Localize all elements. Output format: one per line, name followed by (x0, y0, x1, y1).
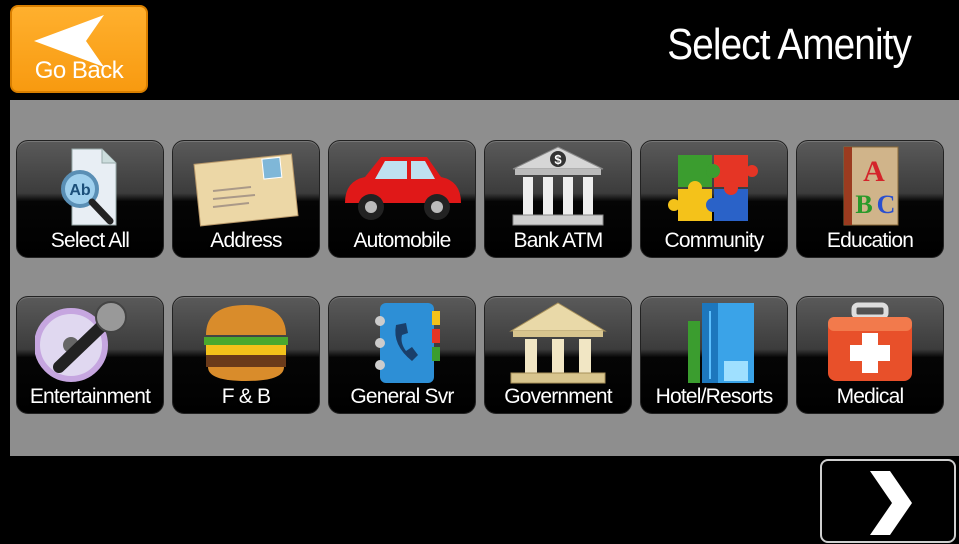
svg-text:B: B (855, 190, 872, 219)
amenity-medical-button[interactable]: Medical (796, 296, 944, 414)
header-bar: Go Back Select Amenity (0, 0, 959, 100)
amenity-label: Hotel/Resorts (655, 385, 774, 408)
amenity-community-button[interactable]: Community (640, 140, 788, 258)
envelope-icon (193, 153, 299, 227)
amenity-general-svr-button[interactable]: General Svr (328, 296, 476, 414)
svg-text:$: $ (554, 152, 562, 167)
amenity-government-button[interactable]: Government (484, 296, 632, 414)
microphone-icon (35, 301, 127, 382)
footer-bar (0, 456, 959, 544)
amenity-grid: Ab Select All Address Automobile $ Bank … (10, 100, 959, 456)
amenity-address-button[interactable]: Address (172, 140, 320, 258)
amenity-label: Entertainment (29, 385, 151, 408)
abc-book-icon: A B C (843, 146, 899, 226)
amenity-label: General Svr (350, 385, 454, 408)
hotel-icon (688, 303, 754, 383)
puzzle-icon (668, 155, 758, 221)
go-back-label: Go Back (34, 57, 124, 84)
amenity-select-all-button[interactable]: Ab Select All (16, 140, 164, 258)
svg-text:A: A (863, 155, 885, 188)
amenity-label: F & B (221, 385, 271, 408)
amenity-label: Education (826, 229, 914, 252)
amenity-label: Government (504, 385, 612, 408)
amenity-label: Address (210, 229, 282, 252)
medical-kit-icon (828, 302, 912, 381)
amenity-label: Bank ATM (513, 229, 604, 252)
amenity-entertainment-button[interactable]: Entertainment (16, 296, 164, 414)
phone-book-icon (375, 303, 440, 383)
amenity-label: Automobile (353, 229, 451, 252)
go-back-button[interactable]: Go Back (10, 5, 148, 93)
burger-icon (204, 305, 288, 381)
amenity-screen: Go Back Select Amenity Ab Select All Add… (0, 0, 959, 544)
car-icon (345, 157, 461, 220)
amenity-hotel-resorts-button[interactable]: Hotel/Resorts (640, 296, 788, 414)
chevron-right-icon (870, 471, 912, 535)
amenity-bank-atm-button[interactable]: $ Bank ATM (484, 140, 632, 258)
amenity-education-button[interactable]: A B C Education (796, 140, 944, 258)
page-title: Select Amenity (667, 20, 912, 69)
amenity-label: Select All (50, 229, 130, 252)
svg-text:C: C (877, 190, 896, 219)
government-building-icon (509, 302, 607, 384)
amenity-label: Medical (836, 385, 905, 408)
svg-text:Ab: Ab (69, 182, 91, 199)
amenity-label: Community (664, 229, 765, 252)
next-page-button[interactable] (820, 459, 956, 543)
amenity-automobile-button[interactable]: Automobile (328, 140, 476, 258)
magnifier-document-icon: Ab (61, 148, 117, 226)
bank-icon: $ (512, 146, 604, 226)
amenity-fb-button[interactable]: F & B (172, 296, 320, 414)
